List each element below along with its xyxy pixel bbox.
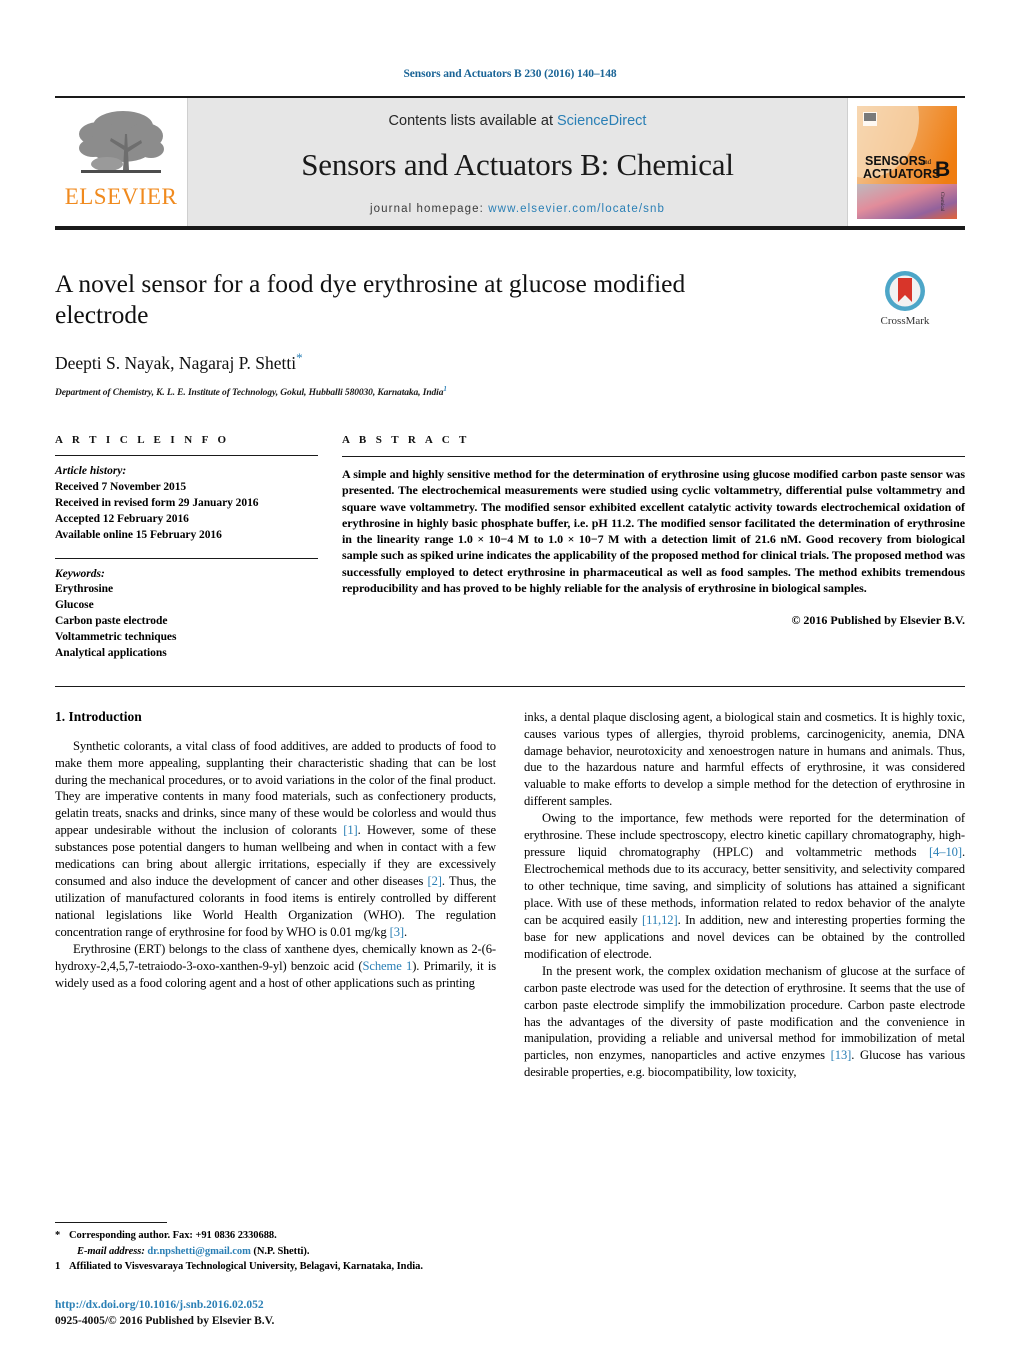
article-info-rule bbox=[55, 455, 318, 457]
crossmark-icon[interactable] bbox=[884, 270, 926, 312]
affiliation-line: Department of Chemistry, K. L. E. Instit… bbox=[55, 385, 831, 398]
svg-text:Chemical: Chemical bbox=[939, 192, 944, 212]
history-received: Received 7 November 2015 bbox=[55, 481, 187, 494]
journal-masthead: ELSEVIER Contents lists available at Sci… bbox=[55, 96, 965, 230]
title-left: A novel sensor for a food dye erythrosin… bbox=[55, 268, 845, 398]
crossmark-block[interactable]: CrossMark bbox=[845, 268, 965, 398]
citation-ref[interactable]: [2] bbox=[427, 874, 441, 888]
contents-prefix: Contents lists available at bbox=[388, 113, 557, 129]
crossmark-label: CrossMark bbox=[880, 315, 930, 327]
paragraph: Erythrosine (ERT) belongs to the class o… bbox=[55, 941, 497, 990]
footnote-corresponding-text: Corresponding author. Fax: +91 0836 2330… bbox=[69, 1229, 277, 1241]
affiliation-footnote-marker: 1 bbox=[443, 385, 447, 394]
page-title: A novel sensor for a food dye erythrosin… bbox=[55, 269, 686, 330]
corresponding-author-marker: * bbox=[296, 350, 303, 366]
email-link[interactable]: dr.npshetti@gmail.com bbox=[147, 1246, 250, 1257]
email-suffix: (N.P. Shetti). bbox=[253, 1245, 310, 1257]
keyword-item: Erythrosine bbox=[55, 583, 114, 596]
article-history-label: Article history: bbox=[55, 465, 127, 478]
abstract-rule bbox=[342, 456, 965, 458]
body-column-right: inks, a dental plaque disclosing agent, … bbox=[524, 709, 965, 1082]
contents-available-line: Contents lists available at ScienceDirec… bbox=[389, 113, 647, 129]
elsevier-wordmark: ELSEVIER bbox=[64, 184, 178, 209]
author-list: Deepti S. Nayak, Nagaraj P. Shetti* bbox=[55, 350, 831, 374]
title-area: A novel sensor for a food dye erythrosin… bbox=[55, 268, 965, 398]
masthead-center: Contents lists available at ScienceDirec… bbox=[188, 98, 847, 226]
abstract-text: A simple and highly sensitive method for… bbox=[342, 467, 965, 595]
doi-link[interactable]: http://dx.doi.org/10.1016/j.snb.2016.02.… bbox=[55, 1297, 555, 1313]
keyword-item: Carbon paste electrode bbox=[55, 615, 168, 628]
body-separator-rule bbox=[55, 685, 965, 687]
affiliation-text: Department of Chemistry, K. L. E. Instit… bbox=[55, 388, 444, 399]
body-column-left: 1. Introduction Synthetic colorants, a v… bbox=[55, 709, 496, 1082]
footnote-marker-star: * bbox=[55, 1229, 61, 1241]
paragraph: In the present work, the complex oxidati… bbox=[524, 963, 965, 1080]
citation-ref[interactable]: [13] bbox=[831, 1048, 852, 1062]
homepage-prefix: journal homepage: bbox=[370, 203, 489, 215]
footnote-affiliation-text: Affiliated to Visvesvaraya Technological… bbox=[69, 1261, 423, 1273]
article-info-heading: A R T I C L E I N F O bbox=[55, 434, 230, 447]
footnote-marker-one: 1 bbox=[55, 1261, 61, 1273]
keyword-item: Analytical applications bbox=[55, 646, 167, 659]
journal-title: Sensors and Actuators B: Chemical bbox=[301, 147, 734, 182]
info-abstract-row: A R T I C L E I N F O Article history: R… bbox=[55, 434, 965, 661]
history-accepted: Accepted 12 February 2016 bbox=[55, 512, 189, 525]
citation-ref[interactable]: [11,12] bbox=[642, 913, 678, 927]
paragraph: inks, a dental plaque disclosing agent, … bbox=[524, 709, 965, 809]
abstract-heading: A B S T R A C T bbox=[342, 434, 470, 447]
citation-ref[interactable]: [4–10] bbox=[929, 845, 962, 859]
svg-text:SENSORS: SENSORS bbox=[865, 154, 926, 168]
running-head: Sensors and Actuators B 230 (2016) 140–1… bbox=[403, 68, 617, 80]
journal-cover-image: SENSORS and ACTUATORS B Chemical bbox=[856, 105, 957, 219]
email-label: E-mail address: bbox=[77, 1245, 145, 1257]
footnote-area: * Corresponding author. Fax: +91 0836 233… bbox=[55, 1221, 492, 1275]
homepage-url-link[interactable]: www.elsevier.com/locate/snb bbox=[488, 203, 665, 215]
history-online: Available online 15 February 2016 bbox=[55, 528, 222, 541]
elsevier-logo-block: ELSEVIER bbox=[55, 98, 188, 226]
footnote-corresponding: * Corresponding author. Fax: +91 0836 233… bbox=[55, 1228, 492, 1244]
abstract-column: A B S T R A C T A simple and highly sens… bbox=[342, 434, 965, 661]
citation-ref[interactable]: [1] bbox=[343, 823, 357, 837]
journal-cover-block: SENSORS and ACTUATORS B Chemical bbox=[847, 98, 965, 226]
author-names: Deepti S. Nayak, Nagaraj P. Shetti bbox=[55, 353, 297, 374]
elsevier-tree-icon bbox=[79, 111, 164, 173]
paragraph: Synthetic colorants, a vital class of fo… bbox=[55, 738, 496, 939]
abstract-copyright: © 2016 Published by Elsevier B.V. bbox=[791, 613, 965, 628]
paragraph: Owing to the importance, few methods wer… bbox=[524, 811, 965, 961]
footnote-rule bbox=[55, 1221, 167, 1223]
keywords-rule bbox=[55, 557, 318, 559]
sciencedirect-link[interactable]: ScienceDirect bbox=[557, 113, 646, 129]
body-columns: 1. Introduction Synthetic colorants, a v… bbox=[55, 709, 965, 1082]
history-revised: Received in revised form 29 January 2016 bbox=[55, 496, 259, 509]
svg-text:ACTUATORS: ACTUATORS bbox=[863, 167, 940, 181]
keywords-label: Keywords: bbox=[55, 567, 105, 580]
journal-homepage-line: journal homepage: www.elsevier.com/locat… bbox=[370, 203, 665, 215]
article-info-column: A R T I C L E I N F O Article history: R… bbox=[55, 434, 318, 661]
scheme-ref[interactable]: Scheme 1 bbox=[362, 959, 412, 973]
keyword-item: Glucose bbox=[55, 599, 94, 612]
svg-text:and: and bbox=[921, 158, 932, 166]
footnote-affiliation: 1 Affiliated to Visvesvaraya Technologica… bbox=[55, 1259, 492, 1275]
doi-area: http://dx.doi.org/10.1016/j.snb.2016.02.… bbox=[55, 1297, 555, 1329]
footnote-email: E-mail address: dr.npshetti@gmail.com (N… bbox=[55, 1244, 492, 1260]
citation-ref[interactable]: [3] bbox=[390, 925, 404, 939]
keyword-item: Voltammetric techniques bbox=[55, 630, 177, 643]
section-heading-introduction: 1. Introduction bbox=[55, 708, 142, 724]
svg-text:B: B bbox=[935, 158, 950, 181]
paper-page: Sensors and Actuators B 230 (2016) 140–1… bbox=[0, 0, 1020, 1351]
issn-copyright-line: 0925-4005/© 2016 Published by Elsevier B… bbox=[55, 1314, 275, 1327]
